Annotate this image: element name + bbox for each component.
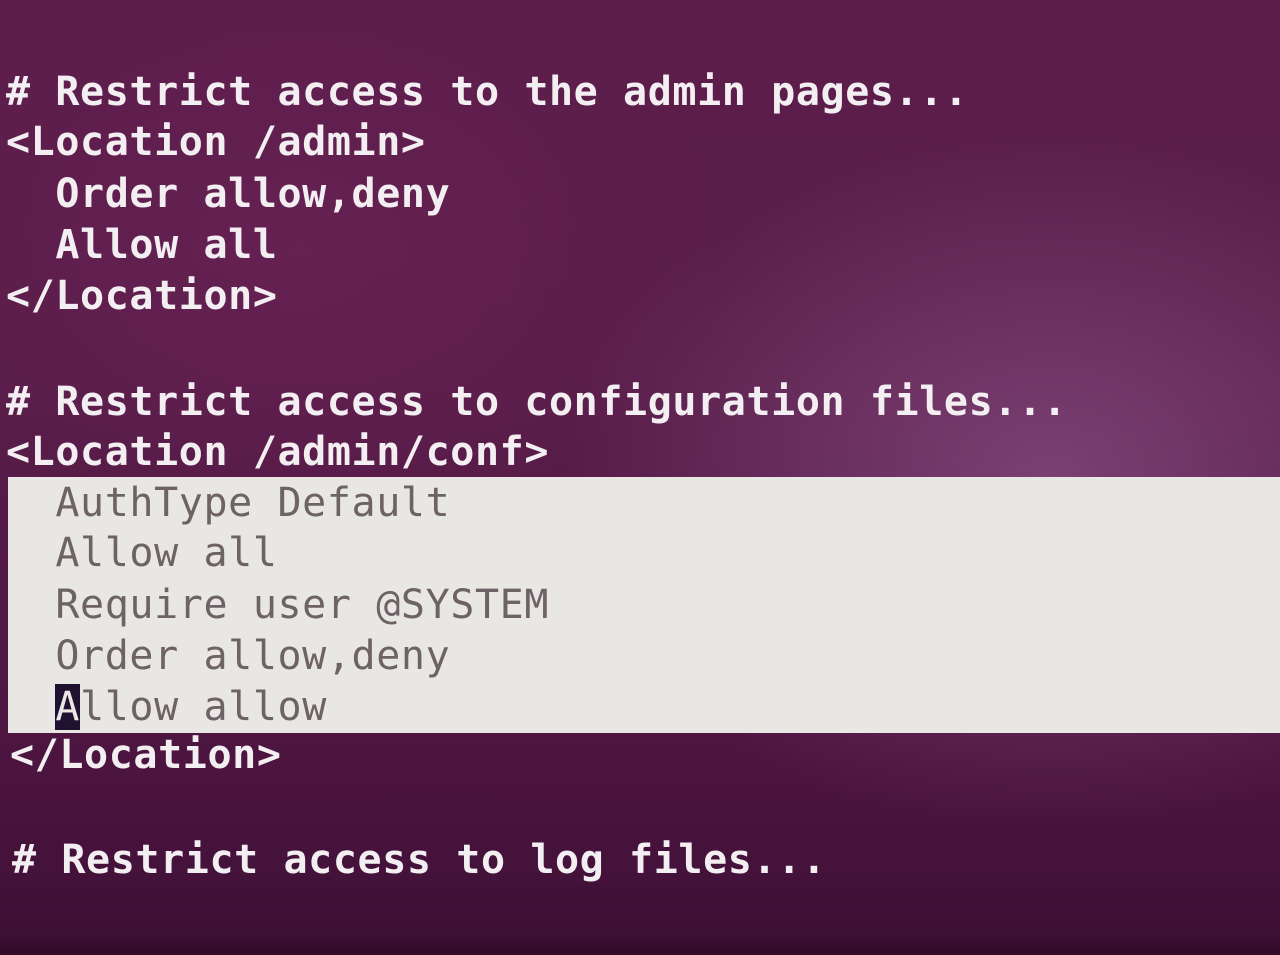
comment-log-files: # Restrict access to log files... [12,837,827,883]
location-admin-open: <Location /admin> [6,119,426,165]
directive-authtype: AuthType Default [6,480,451,526]
directive-order: Order allow,deny [6,171,451,217]
location-admin-conf-close: </Location> [10,732,282,778]
comment-admin-pages: # Restrict access to the admin pages... [6,69,969,115]
directive-require-user: Require user @SYSTEM [6,582,550,628]
directive-allow: Allow all [6,222,278,268]
cursor-line-rest: llow allow [80,684,327,730]
location-admin-close: </Location> [6,273,278,319]
directive-order-allow-deny: Order allow,deny [6,633,451,679]
location-admin-conf-open: <Location /admin/conf> [6,429,550,475]
terminal-window[interactable]: # Restrict access to the admin pages... … [0,0,1280,955]
text-cursor[interactable]: A [55,684,81,730]
screen-bottom-edge [0,933,1280,955]
directive-allow-all: Allow all [6,530,278,576]
text-selection[interactable]: AuthType Default Allow all Require user … [8,477,1280,733]
comment-configuration-files: # Restrict access to configuration files… [6,379,1068,425]
directive-allow-allow-line: Allow allow [6,681,327,733]
